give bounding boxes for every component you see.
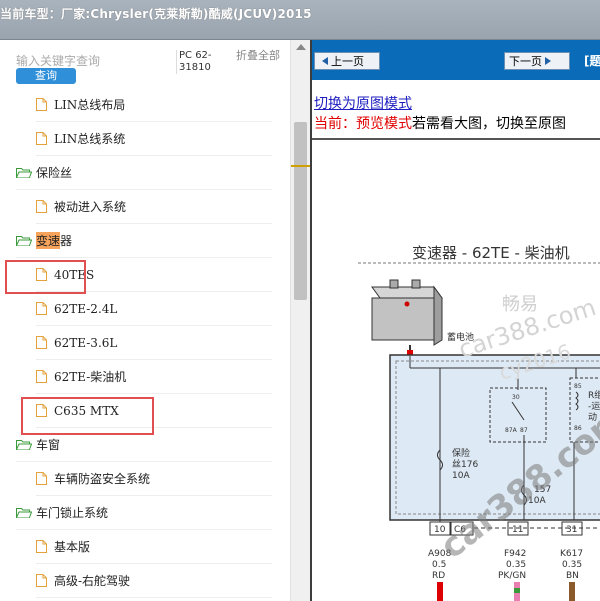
fuse-176-label-2: 丝176 bbox=[452, 458, 478, 470]
file-icon bbox=[36, 370, 47, 383]
wire-3-brown bbox=[569, 582, 575, 601]
mode-status: 当前：预览模式若需看大图，切换至原图 bbox=[314, 113, 566, 133]
relay-pin-87a: 87A bbox=[505, 427, 518, 434]
tree-item-label: 基本版 bbox=[54, 540, 91, 554]
wire-1-size: 0.5 bbox=[432, 560, 446, 570]
tree-item-62te-diesel[interactable]: 62TE-柴油机 bbox=[36, 360, 272, 394]
folder-open-icon bbox=[16, 508, 32, 518]
tree-folder-fuse[interactable]: 保险丝 bbox=[16, 156, 272, 190]
battery-icon bbox=[371, 279, 443, 346]
fuse-176-label-1: 保险 bbox=[452, 447, 470, 459]
diagram-title: 变速器 - 62TE - 柴油机 bbox=[412, 244, 570, 262]
tree-item-label: 车辆防盗安全系统 bbox=[54, 472, 151, 486]
wire-3-color: BN bbox=[566, 571, 579, 581]
tree-folder-transmission[interactable]: 变速器 bbox=[16, 224, 272, 258]
window-title-bar: 当前车型：厂家:Chrysler(克莱斯勒)酷威(JCUV)2015 bbox=[0, 0, 600, 40]
tree-item-label: 62TE-3.6L bbox=[54, 335, 118, 350]
wire-1-color: RD bbox=[432, 571, 445, 581]
tree-item-62te-3-6l[interactable]: 62TE-3.6L bbox=[36, 326, 272, 360]
connector-11-label: 11 bbox=[512, 525, 523, 535]
fold-all-button[interactable]: 折叠全部 bbox=[236, 50, 280, 62]
right-panel: 上一页 下一页 [题 切换为原图模式 当前：预览模式若需看大图，切换至原图 变速… bbox=[310, 40, 600, 601]
fuse-176-label-3: 10A bbox=[452, 471, 470, 481]
arrow-left-icon bbox=[322, 57, 328, 65]
file-icon bbox=[36, 132, 47, 145]
search-highlight: 变速 bbox=[36, 232, 61, 249]
folder-open-icon bbox=[16, 236, 32, 246]
pc-code: PC 62-31810 bbox=[176, 50, 228, 74]
file-icon bbox=[36, 540, 47, 553]
tree-item-label: 62TE-2.4L bbox=[54, 301, 118, 316]
current-model-value: 厂家:Chrysler(克莱斯勒)酷威(JCUV)2015 bbox=[61, 7, 312, 21]
tree-item-label: 62TE-柴油机 bbox=[54, 370, 127, 384]
folder-open-icon bbox=[16, 168, 32, 178]
connector-31-label: 31 bbox=[566, 525, 577, 535]
tree-item-passive-entry[interactable]: 被动进入系统 bbox=[36, 190, 272, 224]
arrow-right-icon bbox=[545, 57, 551, 65]
tree-folder-label: 器 bbox=[60, 234, 73, 248]
file-icon bbox=[36, 302, 47, 315]
file-icon bbox=[36, 472, 47, 485]
tree-folder-label: 车门锁止系统 bbox=[36, 506, 109, 520]
annotation-box-transmission bbox=[5, 260, 86, 294]
relay-pin-85: 85 bbox=[574, 383, 582, 390]
wire-2-color: PK/GN bbox=[498, 571, 526, 581]
folder-open-icon bbox=[16, 440, 32, 450]
wire-1-red bbox=[437, 582, 443, 601]
tree-item-basic[interactable]: 基本版 bbox=[36, 530, 272, 564]
wire-2-code: F942 bbox=[504, 549, 526, 559]
relay-pin-30: 30 bbox=[512, 394, 520, 401]
tree-item-label: 高级-右舵驾驶 bbox=[54, 574, 131, 588]
page-nav-bar: 上一页 下一页 [题 bbox=[312, 40, 600, 80]
scroll-up-arrow-icon[interactable] bbox=[296, 44, 306, 50]
relay-label-1: R继 bbox=[588, 389, 600, 401]
tree-folder-label: 车窗 bbox=[36, 438, 61, 452]
scrollbar-thumb[interactable] bbox=[294, 122, 307, 300]
tree-folder-door-lock[interactable]: 车门锁止系统 bbox=[16, 496, 272, 530]
wire-3-code: K617 bbox=[560, 549, 583, 559]
file-icon bbox=[36, 200, 47, 213]
left-panel: 查询 PC 62-31810 折叠全部 LIN总线布局 LIN总线系统 保险丝 … bbox=[0, 40, 310, 601]
tree-item-label: LIN总线布局 bbox=[54, 98, 126, 112]
search-bar: 查询 PC 62-31810 折叠全部 bbox=[0, 40, 290, 88]
wiring-diagram[interactable]: 变速器 - 62TE - 柴油机 蓄电池 保险 丝176 10A 30 87A … bbox=[312, 140, 600, 601]
tree-scrollbar[interactable] bbox=[290, 40, 310, 601]
tree-item-label: LIN总线系统 bbox=[54, 132, 126, 146]
mode-hint: 若需看大图，切换至原图 bbox=[412, 116, 566, 132]
nav-extra-text: [题 bbox=[584, 54, 600, 68]
tree-item-label: 被动进入系统 bbox=[54, 200, 127, 214]
relay-pin-87: 87 bbox=[520, 427, 528, 434]
tree-item-lin-system[interactable]: LIN总线系统 bbox=[36, 122, 272, 156]
prev-page-label: 上一页 bbox=[331, 55, 364, 68]
file-icon bbox=[36, 336, 47, 349]
tree-item-anti-theft[interactable]: 车辆防盗安全系统 bbox=[36, 462, 272, 496]
tree-folder-label: 保险丝 bbox=[36, 166, 73, 180]
file-icon bbox=[36, 98, 47, 111]
splitter-handle[interactable] bbox=[291, 165, 310, 167]
file-icon bbox=[36, 574, 47, 587]
wire-3-size: 0.35 bbox=[562, 560, 582, 570]
tree-item-62te-2-4l[interactable]: 62TE-2.4L bbox=[36, 292, 272, 326]
tree-item-lin-layout[interactable]: LIN总线布局 bbox=[36, 88, 272, 122]
switch-original-mode-link[interactable]: 切换为原图模式 bbox=[314, 93, 412, 113]
mode-label: 当前：预览模式 bbox=[314, 116, 412, 132]
prev-page-button[interactable]: 上一页 bbox=[314, 52, 380, 70]
current-model-label: 当前车型： bbox=[0, 7, 62, 21]
wire-2-stripe bbox=[514, 588, 520, 593]
annotation-box-62te-diesel bbox=[21, 397, 154, 435]
wire-2-size: 0.35 bbox=[506, 560, 526, 570]
next-page-label: 下一页 bbox=[509, 55, 542, 68]
tree-item-advanced-rhd[interactable]: 高级-右舵驾驶 bbox=[36, 564, 272, 598]
next-page-button[interactable]: 下一页 bbox=[504, 52, 570, 70]
search-button[interactable]: 查询 bbox=[16, 68, 76, 84]
